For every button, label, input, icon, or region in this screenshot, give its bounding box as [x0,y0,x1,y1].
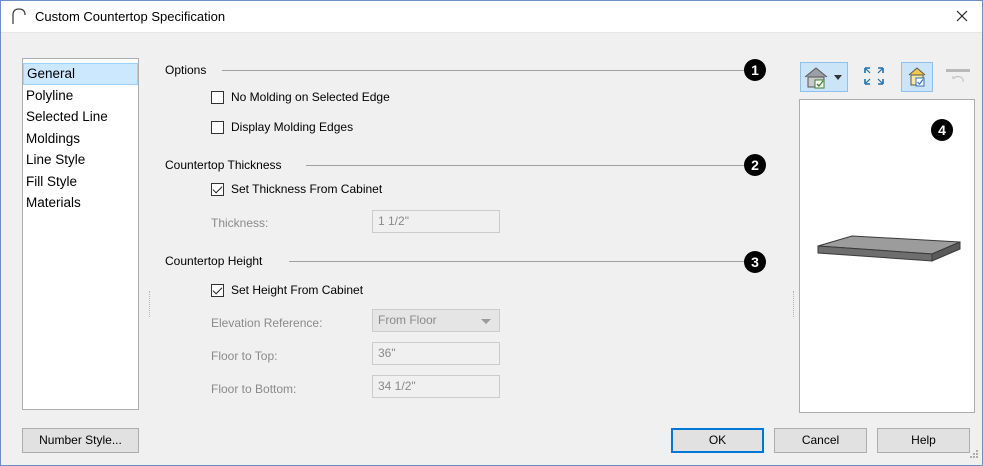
height-from-cabinet-label: Set Height From Cabinet [231,283,364,297]
thickness-from-cabinet-row[interactable]: Set Thickness From Cabinet [211,182,382,196]
thickness-from-cabinet-checkbox[interactable] [211,182,224,196]
category-list: General Polyline Selected Line Moldings … [22,58,139,410]
elevation-reference-value: From Floor [378,313,437,327]
floor-to-top-field[interactable]: 36" [372,342,500,365]
callout-3: 3 [744,251,766,273]
elevation-reference-label: Elevation Reference: [211,316,323,330]
floor-to-top-label: Floor to Top: [211,349,278,363]
close-icon [956,10,968,22]
ok-button[interactable]: OK [671,428,764,453]
elevation-reference-select[interactable]: From Floor [372,309,500,332]
chevron-down-icon [481,319,491,324]
number-style-button[interactable]: Number Style... [22,428,139,453]
height-heading: Countertop Height [165,254,263,268]
options-divider [222,70,744,71]
no-molding-label: No Molding on Selected Edge [231,90,390,104]
left-splitter[interactable] [149,291,151,317]
house-view-icon [804,67,842,89]
no-molding-row[interactable]: No Molding on Selected Edge [211,90,390,104]
title-bar: Custom Countertop Specification [1,1,982,33]
sidebar-item-polyline[interactable]: Polyline [23,85,138,107]
height-divider [289,261,744,262]
countertop-preview-graphic [817,235,961,262]
thickness-field[interactable]: 1 1/2" [372,210,500,233]
resize-grip-icon[interactable] [969,448,979,462]
floor-to-bottom-field[interactable]: 34 1/2" [372,375,500,398]
sidebar-item-line-style[interactable]: Line Style [23,149,138,171]
display-edges-row[interactable]: Display Molding Edges [211,120,353,134]
sidebar-item-fill-style[interactable]: Fill Style [23,171,138,193]
options-heading: Options [165,63,207,77]
thickness-from-cabinet-label: Set Thickness From Cabinet [231,182,383,196]
callout-2: 2 [744,154,766,176]
material-preview-button[interactable] [901,62,933,92]
cancel-button[interactable]: Cancel [774,428,867,453]
sidebar-item-general[interactable]: General [23,63,138,85]
refresh-icon [946,69,970,82]
arch-icon [11,8,27,28]
dialog-window: Custom Countertop Specification General … [0,0,983,466]
no-molding-checkbox[interactable] [211,90,224,104]
fit-to-window-icon [864,67,884,85]
callout-1: 1 [744,59,766,81]
refresh-button[interactable] [942,62,974,92]
thickness-label: Thickness: [211,216,269,230]
right-splitter[interactable] [793,291,795,317]
display-edges-label: Display Molding Edges [231,120,354,134]
material-preview-icon [908,67,926,87]
window-title: Custom Countertop Specification [35,9,226,24]
height-from-cabinet-checkbox[interactable] [211,283,224,297]
sidebar-item-selected-line[interactable]: Selected Line [23,106,138,128]
help-button[interactable]: Help [877,428,970,453]
sidebar-item-moldings[interactable]: Moldings [23,128,138,150]
sidebar-item-materials[interactable]: Materials [23,192,138,214]
height-from-cabinet-row[interactable]: Set Height From Cabinet [211,283,363,297]
thickness-divider [306,165,744,166]
display-edges-checkbox[interactable] [211,120,224,134]
view-type-button[interactable] [800,62,848,92]
close-button[interactable] [952,6,972,26]
fit-to-window-button[interactable] [859,62,889,92]
callout-4: 4 [931,119,953,141]
thickness-heading: Countertop Thickness [165,158,282,172]
floor-to-bottom-label: Floor to Bottom: [211,382,297,396]
preview-pane[interactable]: 4 [799,99,975,413]
